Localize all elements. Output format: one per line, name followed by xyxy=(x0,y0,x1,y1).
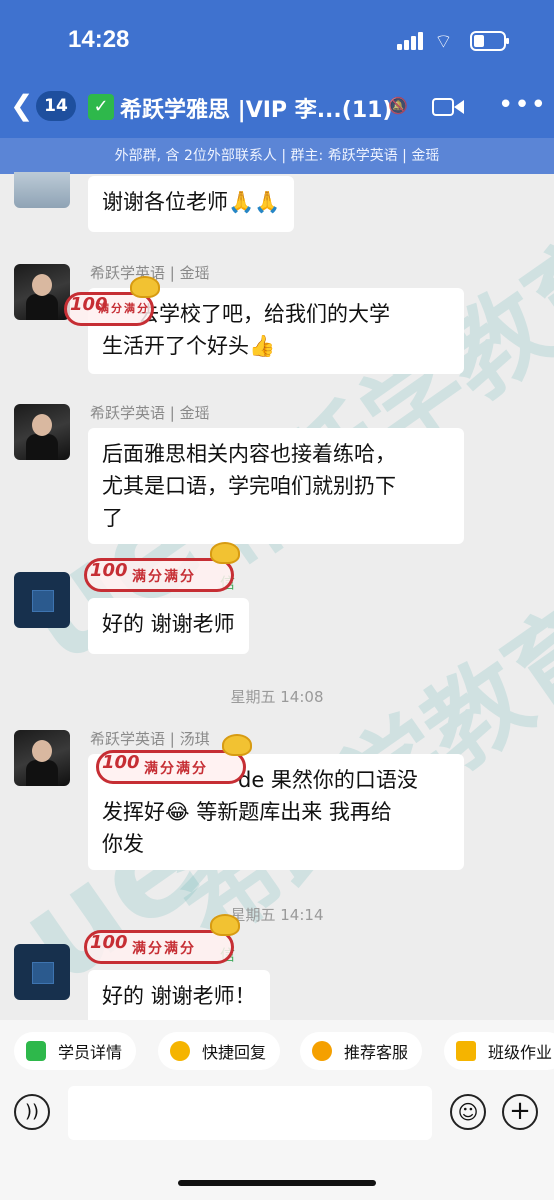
gold-ingot-icon xyxy=(210,542,240,564)
unread-badge[interactable]: 14 xyxy=(36,91,76,121)
message-list[interactable]: 希跃学教育 希跃学教育 ue ue 谢谢各位老师🙏🙏 希跃学英语 | 金瑶 去学… xyxy=(0,172,554,1020)
message-bubble[interactable]: 谢谢各位老师🙏🙏 xyxy=(88,176,295,232)
timestamp: 星期五 14:08 xyxy=(230,688,324,706)
avatar[interactable] xyxy=(14,572,70,628)
nav-bar: ❮ 14 ✓ 希跃学雅思 |VIP 李...(11) 🔕 ••• xyxy=(0,86,554,130)
gold-ingot-icon xyxy=(222,734,252,756)
message-text: 你发 xyxy=(102,832,144,856)
message-text: 好的 谢谢老师！ xyxy=(102,984,256,1008)
avatar[interactable] xyxy=(14,404,70,460)
recommend-service-button[interactable]: 推荐客服 xyxy=(300,1032,423,1070)
message-text: 好的 谢谢老师 xyxy=(102,612,235,636)
wifi-icon: ⌔ xyxy=(434,29,453,53)
gold-ingot-icon xyxy=(130,276,160,298)
score-stamp: 100 满分满分 xyxy=(84,914,240,970)
status-time: 14:28 xyxy=(68,26,130,53)
message-text: 尤其是口语，学完咱们就别扔下 xyxy=(102,474,396,498)
group-info[interactable]: 外部群, 含 2位外部联系人 | 群主: 希跃学英语 | 金瑶 xyxy=(0,138,554,174)
message-text: 谢谢各位老师🙏🙏 xyxy=(102,190,281,214)
avatar[interactable] xyxy=(14,264,70,320)
message-text: 了 xyxy=(102,506,123,530)
chat-title[interactable]: 希跃学雅思 |VIP 李...(11) xyxy=(120,92,393,124)
message-text: 去学校了吧，给我们的大学 xyxy=(138,302,390,326)
message-text: 发挥好😂 等新题库出来 我再给 xyxy=(102,800,392,824)
gold-ingot-icon xyxy=(210,914,240,936)
video-call-icon[interactable] xyxy=(432,96,466,118)
check-icon: ✓ xyxy=(88,94,114,120)
status-bar: 14:28 ⌔ xyxy=(0,26,554,58)
plus-icon[interactable]: + xyxy=(502,1094,538,1130)
avatar[interactable] xyxy=(14,944,70,1000)
quick-reply-button[interactable]: 快捷回复 xyxy=(158,1032,281,1070)
message-bubble[interactable]: 好的 谢谢老师 xyxy=(88,598,249,654)
quick-reply-icon xyxy=(170,1041,190,1061)
home-indicator xyxy=(178,1180,376,1186)
signal-icon xyxy=(397,32,427,50)
voice-icon[interactable]: )) xyxy=(14,1094,50,1130)
back-icon[interactable]: ❮ xyxy=(10,88,33,124)
avatar[interactable] xyxy=(14,730,70,786)
message-bubble[interactable]: 好的 谢谢老师！ xyxy=(88,970,270,1020)
score-stamp: 100 满分满分 xyxy=(96,734,252,790)
message-input[interactable] xyxy=(68,1086,432,1140)
input-bar: )) ☺ + xyxy=(0,1082,554,1200)
quick-action-bar: 学员详情 快捷回复 推荐客服 班级作业 xyxy=(0,1020,554,1082)
student-detail-button[interactable]: 学员详情 xyxy=(14,1032,137,1070)
message-bubble[interactable]: 后面雅思相关内容也接着练哈， 尤其是口语，学完咱们就别扔下 了 xyxy=(88,428,464,544)
homework-icon xyxy=(456,1041,476,1061)
battery-icon xyxy=(470,31,509,51)
message-text: 生活开了个好头👍 xyxy=(102,334,276,358)
sender-name: 希跃学英语 | 金瑶 xyxy=(90,404,210,422)
score-stamp: 100 满分满分 xyxy=(84,542,240,598)
emoji-icon[interactable]: ☺ xyxy=(450,1094,486,1130)
chat-header: 14:28 ⌔ ❮ 14 ✓ 希跃学雅思 |VIP 李...(11) 🔕 •••… xyxy=(0,0,554,174)
score-stamp: 100 满分满分 xyxy=(64,276,160,332)
class-homework-button[interactable]: 班级作业 xyxy=(444,1032,554,1070)
service-icon xyxy=(312,1041,332,1061)
timestamp: 星期五 14:14 xyxy=(230,906,324,924)
student-icon xyxy=(26,1041,46,1061)
mute-icon: 🔕 xyxy=(388,96,408,115)
more-icon[interactable]: ••• xyxy=(498,90,547,120)
message-text: 后面雅思相关内容也接着练哈， xyxy=(102,442,396,466)
avatar[interactable] xyxy=(14,172,70,208)
